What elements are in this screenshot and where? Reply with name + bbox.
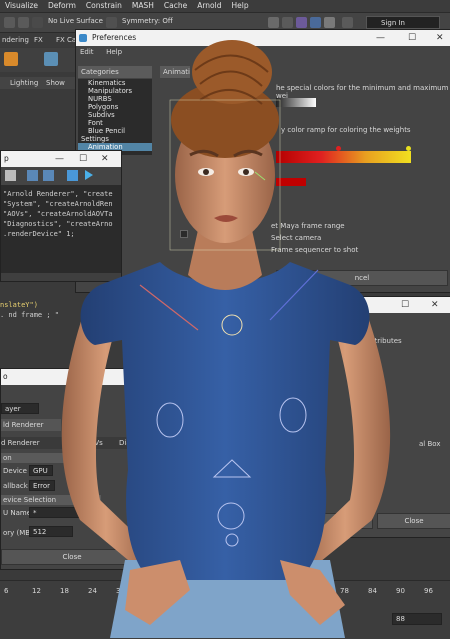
character-viewport[interactable] xyxy=(0,0,450,638)
left-iris xyxy=(203,169,209,175)
right-iris xyxy=(243,169,249,175)
